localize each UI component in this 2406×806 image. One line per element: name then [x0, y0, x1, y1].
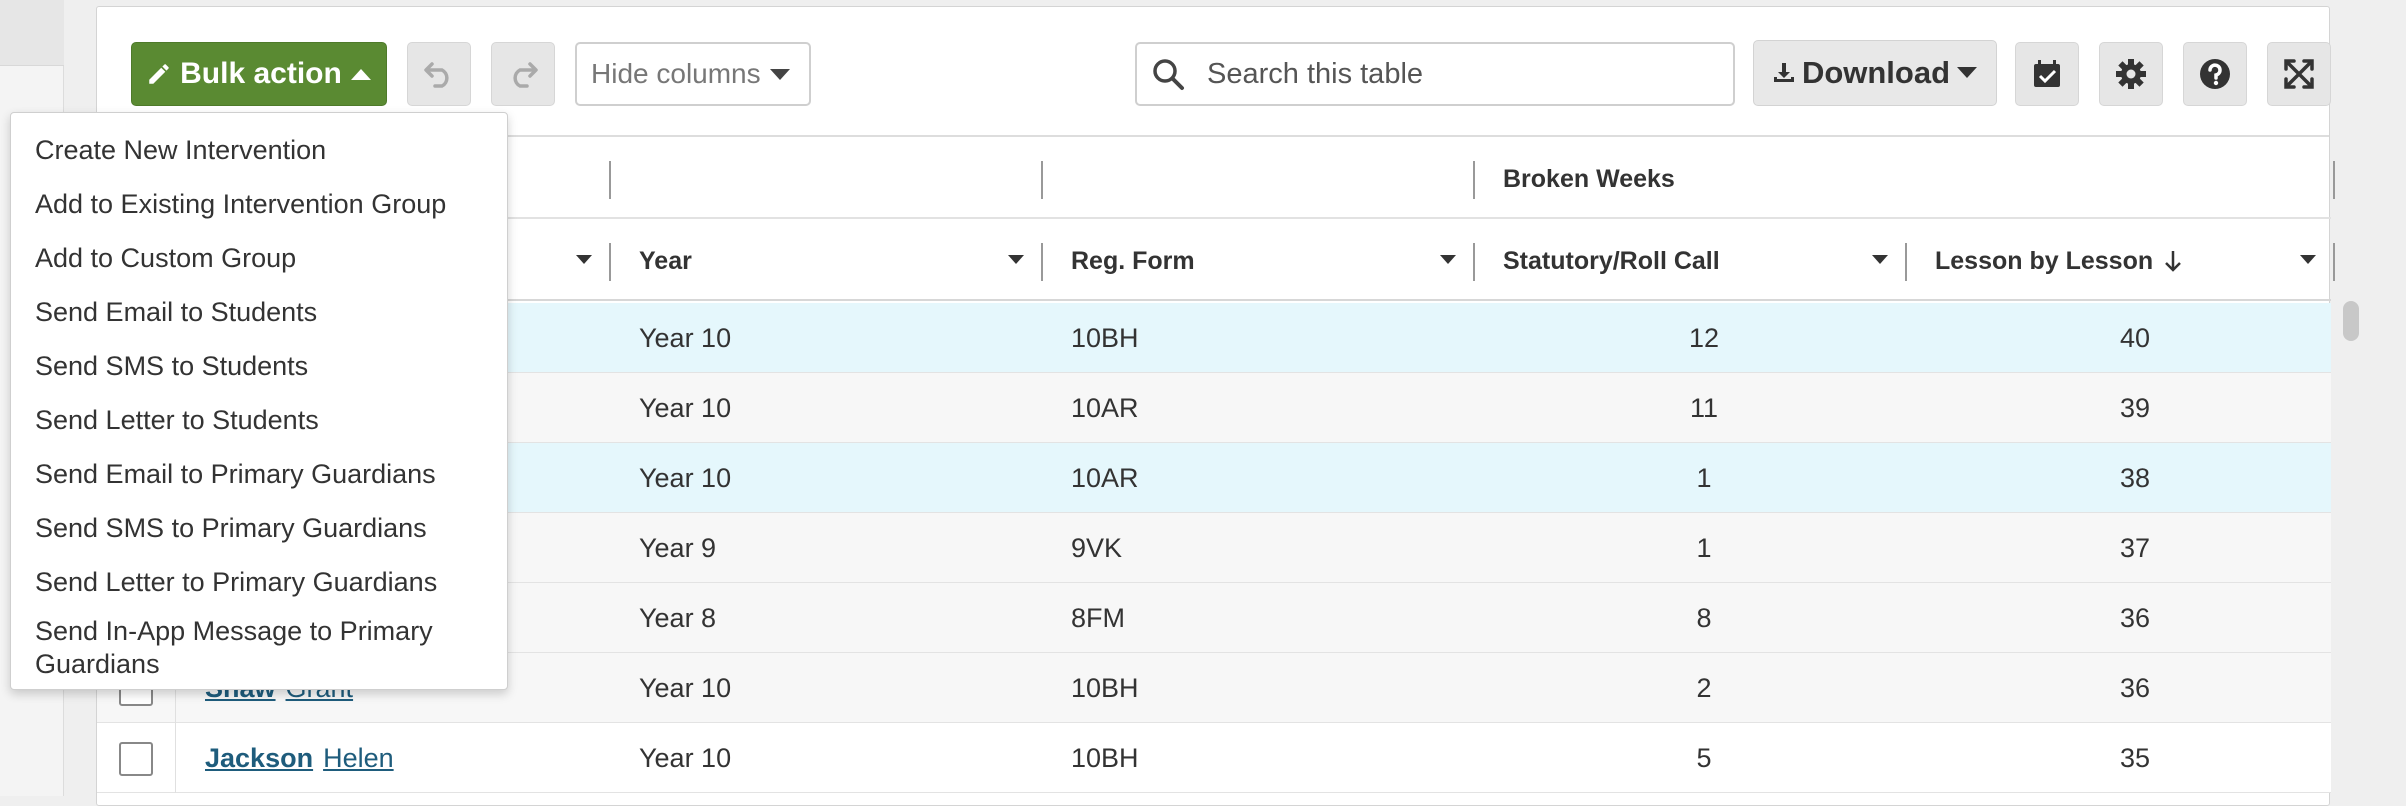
column-header-lesson-label: Lesson by Lesson [1935, 246, 2154, 275]
caret-up-icon [350, 69, 371, 80]
student-surname-link[interactable]: Jackson [205, 743, 313, 774]
cell-statutory: 1 [1696, 462, 1712, 493]
cell-statutory: 8 [1696, 602, 1712, 633]
column-header-lesson[interactable]: Lesson by Lesson [1935, 221, 2183, 301]
row-checkbox[interactable] [119, 742, 153, 776]
column-header-year[interactable]: Year [639, 221, 692, 301]
cell-lesson: 39 [2119, 392, 2151, 423]
column-menu-icon[interactable] [1871, 254, 1889, 266]
cell-year: Year 10 [639, 462, 732, 493]
menu-item-add-existing-intervention[interactable]: Add to Existing Intervention Group [11, 177, 507, 231]
column-separator [1473, 161, 1475, 199]
sidebar-tab[interactable] [0, 0, 64, 66]
redo-button[interactable] [491, 42, 555, 106]
bulk-action-button[interactable]: Bulk action [131, 42, 387, 106]
column-header-statutory[interactable]: Statutory/Roll Call [1503, 221, 1720, 301]
cell-reg-form: 8FM [1071, 602, 1125, 633]
menu-item-letter-students[interactable]: Send Letter to Students [11, 393, 507, 447]
column-separator[interactable] [609, 243, 611, 281]
cell-reg-form: 10AR [1071, 392, 1139, 423]
search-icon [1153, 59, 1184, 90]
cell-reg-form: 10BH [1071, 672, 1139, 703]
menu-item-in-app-message-guardians[interactable]: Send In-App Message to Primary Guardians [11, 609, 507, 683]
column-separator [2333, 161, 2335, 199]
vertical-scrollbar-thumb[interactable] [2343, 301, 2359, 341]
download-label: Download [1801, 55, 1951, 90]
cell-year: Year 10 [639, 672, 732, 703]
select-all-button[interactable] [2015, 42, 2079, 106]
search-input[interactable] [1205, 56, 1705, 92]
column-separator[interactable] [1473, 243, 1475, 281]
download-button[interactable]: Download [1753, 40, 1997, 106]
menu-item-sms-students[interactable]: Send SMS to Students [11, 339, 507, 393]
redo-icon [513, 62, 538, 88]
menu-item-create-intervention[interactable]: Create New Intervention [11, 123, 507, 177]
column-separator[interactable] [1041, 243, 1043, 281]
cell-year: Year 9 [639, 532, 717, 563]
cell-reg-form: 9VK [1071, 532, 1123, 563]
cell-reg-form: 10BH [1071, 322, 1139, 353]
menu-item-sms-guardians[interactable]: Send SMS to Primary Guardians [11, 501, 507, 555]
fullscreen-button[interactable] [2267, 42, 2331, 106]
column-separator[interactable] [2333, 243, 2335, 281]
cell-reg-form: 10BH [1071, 742, 1139, 773]
group-header-broken-weeks: Broken Weeks [1503, 164, 1675, 193]
pencil-icon [149, 64, 169, 84]
sort-arrow-down-icon [2165, 251, 2182, 272]
cell-lesson: 38 [2119, 462, 2151, 493]
cell-lesson: 37 [2119, 532, 2151, 563]
cell-statutory: 12 [1688, 322, 1720, 353]
undo-button[interactable] [407, 42, 471, 106]
download-icon [1773, 63, 1794, 82]
gear-icon [2116, 59, 2146, 89]
cell-reg-form: 10AR [1071, 462, 1139, 493]
hide-columns-placeholder: Hide columns [591, 58, 761, 89]
cell-year: Year 8 [639, 602, 717, 633]
student-forename-link[interactable]: Helen [323, 743, 394, 774]
column-divider [175, 723, 176, 793]
cell-year: Year 10 [639, 742, 732, 773]
menu-item-letter-guardians[interactable]: Send Letter to Primary Guardians [11, 555, 507, 609]
cell-year: Year 10 [639, 322, 732, 353]
cell-statutory: 11 [1689, 392, 1719, 423]
column-separator [609, 161, 611, 199]
cell-statutory: 5 [1696, 742, 1712, 773]
expand-icon [2284, 59, 2314, 89]
column-menu-icon[interactable] [575, 254, 593, 266]
table-row[interactable]: Jackson Helen Year 10 10BH 5 35 [97, 723, 2331, 793]
cell-statutory: 1 [1696, 532, 1712, 563]
search-box [1135, 42, 1735, 106]
cell-lesson: 35 [2119, 742, 2151, 773]
menu-item-email-guardians[interactable]: Send Email to Primary Guardians [11, 447, 507, 501]
column-menu-icon[interactable] [1439, 254, 1457, 266]
undo-icon [424, 62, 449, 88]
chevron-down-icon [770, 69, 790, 80]
menu-item-add-custom-group[interactable]: Add to Custom Group [11, 231, 507, 285]
menu-item-email-students[interactable]: Send Email to Students [11, 285, 507, 339]
column-header-reg-form[interactable]: Reg. Form [1071, 221, 1195, 301]
cell-lesson: 36 [2119, 602, 2151, 633]
cell-lesson: 36 [2119, 672, 2151, 703]
caret-down-icon [1957, 67, 1978, 78]
cell-year: Year 10 [639, 392, 732, 423]
column-menu-icon[interactable] [1007, 254, 1025, 266]
question-icon [2200, 59, 2230, 89]
column-menu-icon[interactable] [2299, 254, 2317, 266]
bulk-action-menu: Create New Intervention Add to Existing … [10, 112, 508, 690]
cell-student-name: Jackson Helen [205, 723, 394, 793]
hide-columns-select[interactable]: Hide columns [575, 42, 811, 106]
settings-button[interactable] [2099, 42, 2163, 106]
cell-statutory: 2 [1696, 672, 1712, 703]
help-button[interactable] [2183, 42, 2247, 106]
column-separator[interactable] [1905, 243, 1907, 281]
cell-lesson: 40 [2119, 322, 2151, 353]
column-separator [1041, 161, 1043, 199]
bulk-action-label: Bulk action [180, 57, 342, 90]
calendar-check-icon [2034, 60, 2060, 87]
